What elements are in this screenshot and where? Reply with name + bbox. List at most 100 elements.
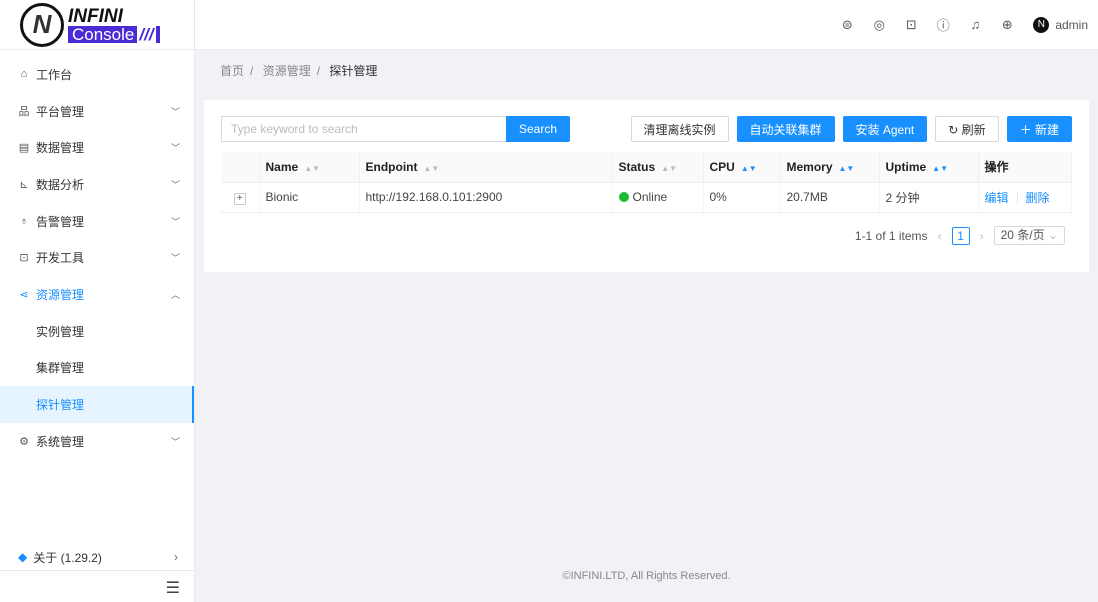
sidebar-item-alerts[interactable]: ♁ 告警管理 ﹀: [0, 203, 194, 240]
sidebar-item-instances[interactable]: 实例管理: [0, 313, 194, 350]
footer: ©INFINI.LTD, All Rights Reserved.: [562, 570, 731, 582]
avatar[interactable]: N: [1033, 16, 1050, 33]
logo-mark: N: [20, 2, 64, 47]
edit-link[interactable]: 编辑: [985, 191, 1009, 205]
collapse-menu-icon[interactable]: ☰: [166, 578, 180, 598]
prev-page-icon[interactable]: ‹: [938, 229, 942, 243]
chevron-down-icon: ﹀: [170, 179, 180, 190]
breadcrumb-resources[interactable]: 资源管理: [263, 64, 311, 78]
chevron-down-icon: ﹀: [170, 143, 180, 154]
diamond-icon: ◆: [18, 550, 28, 564]
chevron-down-icon: ﹀: [170, 253, 180, 264]
breadcrumb: 首页 / 资源管理 / 探针管理: [220, 64, 378, 78]
alarm-icon: ♁: [19, 215, 29, 228]
col-uptime[interactable]: Uptime ▲▼: [879, 152, 979, 183]
label: 探针管理: [36, 398, 85, 413]
label: 告警管理: [36, 214, 85, 229]
breadcrumb-current: 探针管理: [329, 64, 378, 78]
clean-offline-button[interactable]: 清理离线实例: [630, 116, 729, 142]
col-endpoint[interactable]: Endpoint ▲▼: [359, 152, 613, 183]
install-agent-button[interactable]: 安装 Agent: [842, 116, 928, 142]
chevron-down-icon: ﹀: [170, 436, 180, 447]
refresh-icon: ↻: [948, 122, 962, 137]
logo-text: INFINI: [68, 5, 123, 27]
chevron-down-icon: ﹀: [170, 216, 180, 227]
sidebar-menu: ⌂ 工作台 品平台管理 ﹀ ▤ 数据管理 ﹀ ⊾ 数据分析 ﹀ ♁ 告警管理 ﹀ ⊡ 开发工具 ﹀ …: [0, 56, 194, 460]
page-size-select[interactable]: 20 条/页 ⌄: [993, 226, 1065, 245]
cell-actions: 编辑 删除: [978, 182, 1072, 213]
label: 系统管理: [36, 434, 85, 449]
refresh-label: 刷新: [961, 122, 986, 137]
label: 集群管理: [36, 361, 85, 376]
username[interactable]: admin: [1055, 18, 1088, 32]
label: 工作台: [36, 67, 73, 82]
chevron-right-icon: ›: [174, 550, 178, 564]
sort-icon: ▲▼: [304, 163, 321, 173]
help-icon[interactable]: ⓘ: [927, 15, 959, 34]
cell-memory: 20.7MB: [780, 182, 880, 213]
chevron-down-icon: ﹀: [170, 106, 180, 117]
chevron-down-icon: ⌄: [1047, 228, 1058, 242]
home-icon: ⌂: [20, 68, 28, 81]
new-button[interactable]: ＋ 新建: [1006, 116, 1072, 142]
logo-subtext: Console: [72, 24, 135, 44]
console-icon[interactable]: ⊡: [895, 17, 927, 33]
sidebar-item-agents[interactable]: 探针管理: [0, 386, 194, 423]
logo[interactable]: N INFINI Console///: [0, 0, 194, 50]
bell-icon[interactable]: ♫: [959, 17, 991, 32]
cell-status: Online: [612, 182, 704, 213]
cell-endpoint: http://192.168.0.101:2900: [359, 182, 613, 213]
sidebar-item-analysis[interactable]: ⊾ 数据分析 ﹀: [0, 166, 194, 203]
discord-icon[interactable]: ⊜: [831, 17, 863, 33]
database-icon: ▤: [18, 142, 30, 155]
refresh-button[interactable]: ↻ 刷新: [935, 116, 999, 142]
globe-icon[interactable]: ⊕: [991, 17, 1023, 33]
col-cpu[interactable]: CPU ▲▼: [703, 152, 781, 183]
sidebar-item-devtools[interactable]: ⊡ 开发工具 ﹀: [0, 239, 194, 276]
sidebar-item-platform[interactable]: 品平台管理 ﹀: [0, 93, 194, 130]
status-dot-icon: [618, 192, 629, 202]
col-status[interactable]: Status ▲▼: [612, 152, 704, 183]
page-1[interactable]: 1: [951, 226, 970, 245]
plus-icon: ＋: [1019, 122, 1035, 137]
cell-cpu: 0%: [703, 182, 781, 213]
sort-icon: ▲▼: [423, 163, 440, 173]
sort-icon: ▲▼: [932, 163, 949, 173]
label: 数据管理: [36, 141, 85, 156]
label: 开发工具: [36, 251, 85, 266]
new-label: 新建: [1034, 122, 1059, 137]
delete-link[interactable]: 删除: [1026, 191, 1050, 205]
sidebar-item-resources[interactable]: ⋖ 资源管理 ︿: [0, 276, 194, 313]
pagination-summary: 1-1 of 1 items: [854, 228, 928, 243]
col-name[interactable]: Name ▲▼: [259, 152, 360, 183]
sidebar: N INFINI Console/// ⌂ 工作台 品平台管理 ﹀ ▤ 数据管理 ﹀ ⊾ 数…: [0, 0, 195, 602]
next-page-icon[interactable]: ›: [980, 229, 984, 243]
sidebar-item-workbench[interactable]: ⌂ 工作台: [0, 56, 194, 93]
chevron-up-icon: ︿: [170, 289, 180, 300]
label: 平台管理: [36, 104, 85, 119]
expand-header: [221, 152, 260, 183]
sidebar-item-data[interactable]: ▤ 数据管理 ﹀: [0, 129, 194, 166]
cluster-icon: 品: [18, 106, 30, 119]
expand-row-icon[interactable]: +: [233, 192, 246, 205]
sort-icon: ▲▼: [838, 163, 855, 173]
sidebar-item-system[interactable]: ⚙ 系统管理 ﹀: [0, 423, 194, 460]
about-item[interactable]: ◆ 关于 (1.29.2) ›: [0, 544, 194, 571]
col-memory[interactable]: Memory ▲▼: [780, 152, 880, 183]
chart-icon: ⊾: [19, 178, 29, 191]
breadcrumb-home[interactable]: 首页: [220, 64, 244, 78]
header: ⊜ ◎ ⊡ ⓘ ♫ ⊕ N admin: [195, 0, 1098, 50]
theme-icon[interactable]: ◎: [863, 17, 895, 33]
auto-associate-button[interactable]: 自动关联集群: [736, 116, 835, 142]
search-input[interactable]: [221, 116, 506, 142]
sidebar-item-clusters[interactable]: 集群管理: [0, 350, 194, 387]
cell-name: Bionic: [259, 182, 360, 213]
search-button[interactable]: Search: [506, 116, 571, 142]
agents-table: Name ▲▼ Endpoint ▲▼ Status ▲▼ CPU ▲▼ Memory ▲…: [221, 152, 1072, 213]
table-row: + Bionic http://192.168.0.101:2900 Onlin…: [221, 182, 1072, 213]
pagination: 1-1 of 1 items ‹ 1 › 20 条/页 ⌄: [855, 226, 1065, 245]
sort-icon: ▲▼: [661, 163, 678, 173]
sort-icon: ▲▼: [740, 163, 757, 173]
label: 实例管理: [36, 324, 85, 339]
share-icon: ⋖: [19, 288, 29, 301]
